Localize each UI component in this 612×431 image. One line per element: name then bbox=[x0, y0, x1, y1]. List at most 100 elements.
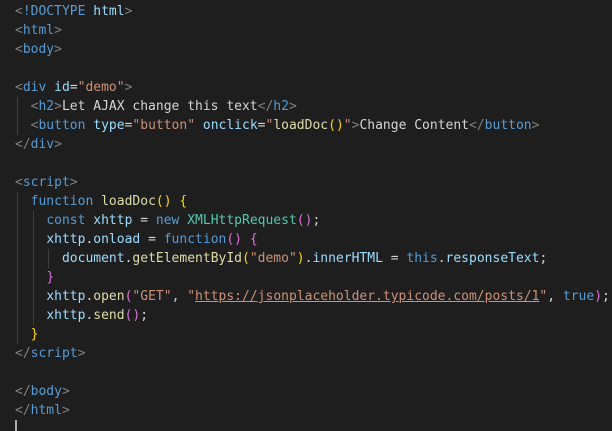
code-token: xhttp bbox=[46, 232, 86, 247]
code-token: const bbox=[46, 213, 86, 228]
code-line[interactable]: </body> bbox=[0, 382, 612, 401]
code-token: > bbox=[288, 99, 297, 114]
code-token[interactable]: https://jsonplaceholder.typicode.com/pos… bbox=[195, 289, 539, 304]
indent-guide bbox=[32, 268, 34, 287]
code-line[interactable]: <!DOCTYPE html> bbox=[0, 2, 612, 21]
code-line[interactable]: <html> bbox=[0, 21, 612, 40]
code-token: , bbox=[547, 289, 563, 304]
code-line[interactable]: <script> bbox=[0, 173, 612, 192]
code-token: > bbox=[69, 175, 78, 190]
code-token: ; bbox=[140, 308, 149, 323]
code-token: "demo" bbox=[77, 80, 125, 95]
text-cursor bbox=[15, 420, 17, 431]
code-token: = bbox=[132, 213, 156, 228]
code-token: loadDoc bbox=[273, 118, 329, 133]
code-token: html bbox=[30, 403, 62, 418]
code-line[interactable]: </div> bbox=[0, 135, 612, 154]
code-token: { bbox=[249, 232, 258, 247]
code-line[interactable]: <h2>Let AJAX change this text</h2> bbox=[0, 97, 612, 116]
code-line[interactable]: </script> bbox=[0, 344, 612, 363]
code-token: xhttp bbox=[93, 213, 133, 228]
code-token: this bbox=[406, 251, 438, 266]
code-line[interactable]: <body> bbox=[0, 40, 612, 59]
code-token: </ bbox=[15, 137, 31, 152]
code-token: > bbox=[124, 4, 133, 19]
indent-guide bbox=[32, 211, 34, 230]
code-token: () bbox=[296, 213, 313, 228]
code-token: responseText bbox=[445, 251, 540, 266]
code-token: < bbox=[15, 42, 23, 57]
code-token: onload bbox=[93, 232, 141, 247]
code-token: true bbox=[562, 289, 595, 304]
code-token: < bbox=[15, 23, 23, 38]
indent-guide bbox=[32, 306, 34, 325]
code-token: id bbox=[54, 80, 70, 95]
code-token: > bbox=[61, 403, 70, 418]
code-token: html bbox=[22, 23, 55, 38]
code-token: > bbox=[77, 346, 86, 361]
code-line[interactable]: xhttp.open("GET", "https://jsonplacehold… bbox=[0, 287, 612, 306]
code-token: . bbox=[437, 251, 446, 266]
code-line[interactable]: document.getElementById("demo").innerHTM… bbox=[0, 249, 612, 268]
indent-guide bbox=[17, 249, 18, 268]
code-token: () bbox=[226, 232, 243, 247]
code-token: < bbox=[15, 80, 23, 95]
code-token: () bbox=[124, 308, 141, 323]
indent-guide bbox=[48, 249, 50, 268]
code-token: !DOCTYPE bbox=[22, 4, 86, 19]
code-line[interactable]: } bbox=[0, 268, 612, 287]
code-token: xhttp bbox=[46, 308, 86, 323]
indent-guide bbox=[17, 230, 18, 249]
code-token: { bbox=[179, 194, 188, 209]
code-token: getElementById bbox=[132, 251, 242, 266]
code-token: open bbox=[93, 289, 125, 304]
code-token: button bbox=[38, 118, 86, 133]
code-token: () bbox=[328, 118, 344, 133]
code-token: </ bbox=[15, 346, 31, 361]
code-token: = bbox=[69, 80, 78, 95]
code-token: XMLHttpRequest bbox=[187, 213, 297, 228]
code-line[interactable]: </html> bbox=[0, 401, 612, 420]
code-token: script bbox=[22, 175, 70, 190]
code-token: > bbox=[54, 99, 62, 114]
code-token: function bbox=[30, 194, 94, 209]
code-token: = bbox=[382, 251, 407, 266]
code-line[interactable]: } bbox=[0, 325, 612, 344]
code-token: > bbox=[54, 137, 62, 152]
code-line[interactable] bbox=[0, 363, 612, 382]
code-line[interactable]: xhttp.send(); bbox=[0, 306, 612, 325]
code-line[interactable]: function loadDoc() { bbox=[0, 192, 612, 211]
indent-guide bbox=[17, 211, 18, 230]
code-token: send bbox=[93, 308, 125, 323]
code-token: " bbox=[343, 118, 352, 133]
indent-guide bbox=[17, 116, 18, 135]
code-line[interactable] bbox=[0, 59, 612, 78]
indent-guide bbox=[32, 287, 34, 306]
indent-guide bbox=[17, 97, 18, 116]
code-line[interactable] bbox=[0, 420, 612, 431]
code-token: loadDoc bbox=[101, 194, 156, 209]
code-line[interactable]: <div id="demo"> bbox=[0, 78, 612, 97]
code-token: onclick bbox=[202, 118, 258, 133]
indent-guide bbox=[17, 325, 18, 344]
code-editor[interactable]: <!DOCTYPE html> <html> <body> <div id="demo… bbox=[0, 0, 612, 431]
indent-guide bbox=[17, 192, 18, 211]
code-line[interactable] bbox=[0, 154, 612, 173]
code-token: </ bbox=[15, 384, 31, 399]
code-area[interactable]: <!DOCTYPE html> <html> <body> <div id="demo… bbox=[0, 2, 612, 431]
code-line[interactable]: xhttp.onload = function() { bbox=[0, 230, 612, 249]
code-token: > bbox=[124, 80, 133, 95]
code-token: "demo" bbox=[249, 251, 297, 266]
code-line[interactable]: const xhttp = new XMLHttpRequest(); bbox=[0, 211, 612, 230]
code-token: > bbox=[61, 384, 70, 399]
code-token: type bbox=[93, 118, 125, 133]
code-token: </ bbox=[15, 403, 31, 418]
code-token: innerHTML bbox=[312, 251, 383, 266]
code-token: } bbox=[46, 270, 55, 285]
indent-guide bbox=[17, 306, 18, 325]
code-line[interactable]: <button type="button" onclick="loadDoc()… bbox=[0, 116, 612, 135]
